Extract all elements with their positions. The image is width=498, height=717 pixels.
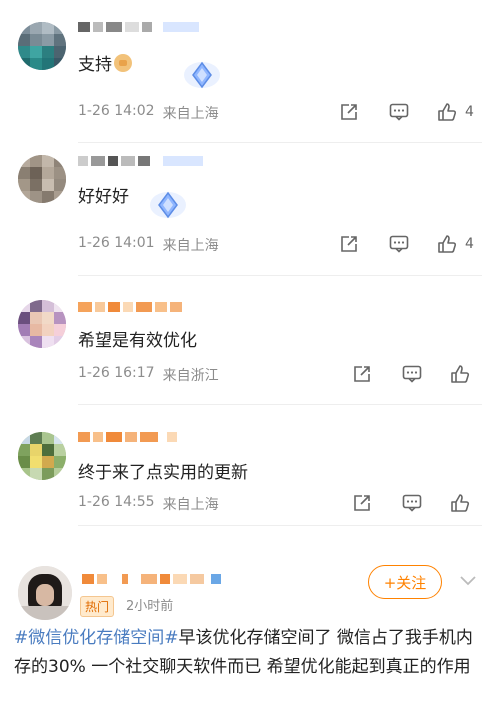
share-icon[interactable] xyxy=(337,100,361,124)
post-text: #微信优化存储空间#早该优化存储空间了 微信占了我手机内存的30% 一个社交聊天… xyxy=(14,624,484,682)
hot-badge: 热门 xyxy=(80,596,115,617)
comment-text: 支持 xyxy=(78,50,132,75)
comment-icon[interactable] xyxy=(400,491,424,515)
post-time: 2小时前 xyxy=(126,599,174,614)
comment-meta: 1-26 16:17 来自浙江 xyxy=(78,365,219,385)
thumbs-up-icon[interactable] xyxy=(448,491,472,515)
comment-time: 1-26 16:17 xyxy=(78,365,155,381)
comment-location: 来自上海 xyxy=(162,106,219,122)
comment-meta: 1-26 14:02 来自上海 xyxy=(78,103,219,123)
username[interactable] xyxy=(82,572,221,586)
comment-actions: 4 xyxy=(337,232,474,256)
avatar[interactable] xyxy=(18,22,66,70)
comment-icon[interactable] xyxy=(400,362,424,386)
share-icon[interactable] xyxy=(337,232,361,256)
avatar[interactable] xyxy=(18,155,66,203)
comment-text: 好好好 xyxy=(78,187,129,207)
fist-emoji-icon xyxy=(114,54,132,72)
diamond-badge-icon xyxy=(150,191,186,219)
comment-location: 来自上海 xyxy=(162,497,219,513)
username[interactable] xyxy=(78,20,199,34)
comment-time: 1-26 14:55 xyxy=(78,494,155,510)
comment-time: 1-26 14:01 xyxy=(78,235,155,251)
comment-icon[interactable] xyxy=(387,100,411,124)
thumbs-up-icon[interactable] xyxy=(435,232,459,256)
avatar[interactable] xyxy=(18,300,66,348)
comment-location: 来自浙江 xyxy=(162,368,219,384)
like-count: 4 xyxy=(465,104,474,120)
comment-actions xyxy=(350,362,472,386)
chevron-down-icon[interactable] xyxy=(458,570,478,590)
thumbs-up-icon[interactable] xyxy=(448,362,472,386)
thumbs-up-icon[interactable] xyxy=(435,100,459,124)
username[interactable] xyxy=(78,154,203,168)
comment-meta: 1-26 14:55 来自上海 xyxy=(78,494,219,514)
share-icon[interactable] xyxy=(350,362,374,386)
comment-meta: 1-26 14:01 来自上海 xyxy=(78,235,219,255)
avatar[interactable] xyxy=(18,566,72,620)
follow-button[interactable]: +关注 xyxy=(368,565,442,599)
comment-icon[interactable] xyxy=(387,232,411,256)
divider xyxy=(78,525,482,526)
comment-text: 希望是有效优化 xyxy=(78,331,197,351)
divider xyxy=(78,142,482,143)
diamond-badge-icon xyxy=(184,61,220,89)
comment-text: 终于来了点实用的更新 xyxy=(78,463,248,483)
username[interactable] xyxy=(78,300,182,314)
comment-actions xyxy=(350,491,472,515)
divider xyxy=(78,404,482,405)
like-count: 4 xyxy=(465,236,474,252)
avatar[interactable] xyxy=(18,432,66,480)
comment-time: 1-26 14:02 xyxy=(78,103,155,119)
comment-actions: 4 xyxy=(337,100,474,124)
share-icon[interactable] xyxy=(350,491,374,515)
username[interactable] xyxy=(78,430,177,444)
topic-link[interactable]: #微信优化存储空间# xyxy=(14,628,179,648)
comment-location: 来自上海 xyxy=(162,238,219,254)
divider xyxy=(78,275,482,276)
